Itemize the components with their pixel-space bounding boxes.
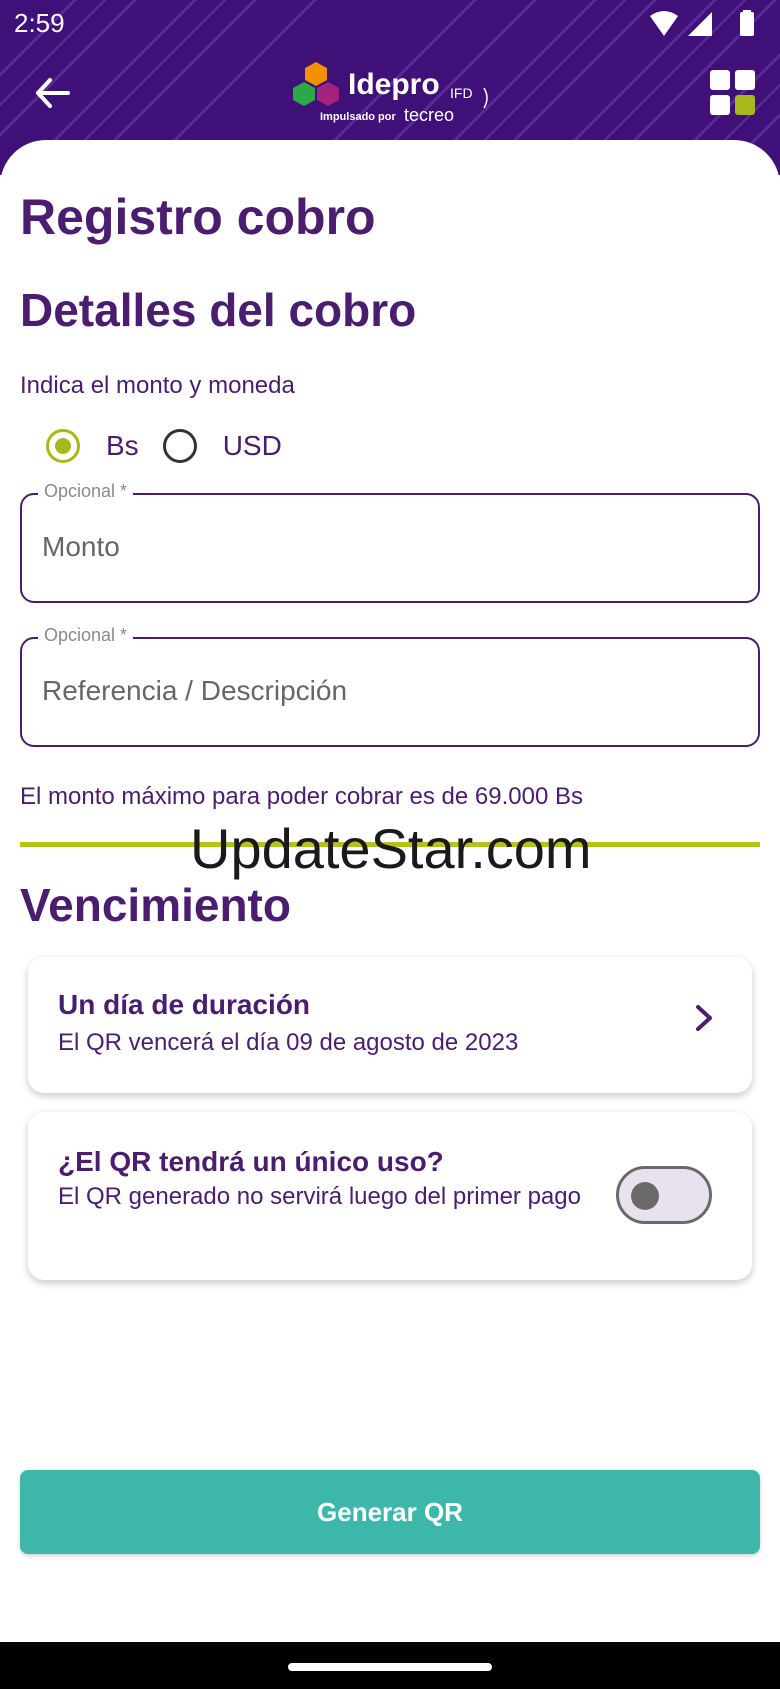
- currency-radio-group: Bs USD: [46, 424, 306, 468]
- arrow-left-icon: [36, 78, 70, 108]
- home-indicator[interactable]: [288, 1663, 492, 1671]
- watermark: UpdateStar.com: [190, 817, 592, 880]
- idepro-logo: Idepro IFD Impulsado por tecreo: [293, 62, 488, 125]
- single-use-card-subtitle: El QR generado no servirá luego del prim…: [58, 1183, 581, 1210]
- max-amount-note: El monto máximo para poder cobrar es de …: [20, 783, 583, 810]
- duration-card-title: Un día de duración: [58, 989, 311, 1020]
- details-section-title: Detalles del cobro: [20, 284, 417, 336]
- grid-icon-cell-accent: [735, 95, 755, 115]
- single-use-toggle[interactable]: [616, 1166, 712, 1224]
- status-icons: [650, 10, 754, 36]
- logo-hex-magenta: [317, 82, 339, 106]
- amount-input[interactable]: [42, 525, 742, 569]
- currency-option-label: USD: [222, 430, 282, 461]
- currency-option-usd[interactable]: USD: [162, 429, 282, 463]
- currency-option-label: Bs: [106, 430, 139, 461]
- logo-tagline-prefix: Impulsado por: [320, 111, 397, 123]
- reference-field: Opcional *: [20, 625, 760, 747]
- wifi-icon: [650, 11, 678, 36]
- grid-icon-cell: [710, 95, 730, 115]
- status-time: 2:59: [14, 8, 65, 38]
- currency-instruction: Indica el monto y moneda: [20, 372, 295, 399]
- amount-field: Opcional *: [20, 481, 760, 603]
- menu-grid-button[interactable]: [710, 70, 756, 116]
- single-use-card: ¿El QR tendrá un único uso? El QR genera…: [28, 1112, 752, 1280]
- page-title: Registro cobro: [20, 189, 376, 245]
- expiration-section-title: Vencimiento: [20, 879, 291, 931]
- currency-option-bs[interactable]: Bs: [46, 429, 139, 463]
- duration-card[interactable]: Un día de duración El QR vencerá el día …: [28, 957, 752, 1093]
- logo-hex-green: [293, 82, 315, 106]
- system-navigation-bar: [0, 1642, 780, 1689]
- cellular-signal-icon: [688, 12, 712, 36]
- grid-icon-cell: [735, 70, 755, 90]
- reference-input[interactable]: [42, 669, 742, 713]
- back-button[interactable]: [28, 68, 78, 118]
- status-bar: 2:59: [0, 0, 780, 48]
- logo-hex-orange: [305, 62, 327, 86]
- logo-tagline-brand: tecreo: [404, 105, 454, 125]
- battery-icon: [740, 12, 754, 36]
- logo-suffix: IFD: [450, 85, 473, 101]
- chevron-right-icon: [696, 1005, 712, 1031]
- reference-field-legend: Opcional *: [38, 625, 134, 646]
- duration-card-subtitle: El QR vencerá el día 09 de agosto de 202…: [58, 1029, 519, 1056]
- radio-checked-icon[interactable]: [46, 429, 80, 463]
- single-use-card-title: ¿El QR tendrá un único uso?: [58, 1146, 444, 1177]
- generate-qr-button[interactable]: Generar QR: [20, 1470, 760, 1554]
- radio-unchecked-icon[interactable]: [162, 429, 197, 463]
- logo-brand: Idepro: [348, 68, 440, 101]
- amount-field-legend: Opcional *: [38, 481, 134, 502]
- toggle-knob: [631, 1182, 659, 1210]
- grid-icon-cell: [710, 70, 730, 90]
